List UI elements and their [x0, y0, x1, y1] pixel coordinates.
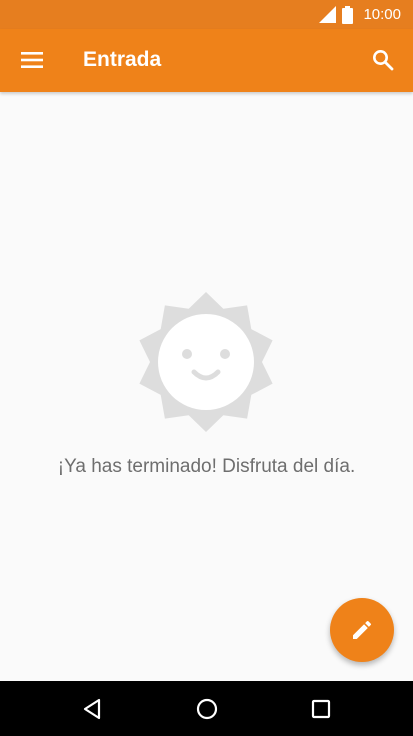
- pencil-icon: [353, 620, 372, 639]
- navigation-bar: [0, 681, 413, 736]
- signal-icon: [319, 6, 337, 23]
- back-icon: [83, 698, 101, 720]
- home-button[interactable]: [187, 689, 227, 729]
- smiling-sun-icon: [139, 292, 273, 432]
- search-button[interactable]: [363, 40, 403, 80]
- status-icons: 10:00: [319, 0, 401, 29]
- battery-icon: [342, 5, 354, 24]
- back-button[interactable]: [72, 689, 112, 729]
- home-icon: [196, 698, 218, 720]
- recents-button[interactable]: [301, 689, 341, 729]
- page-title: Entrada: [83, 48, 162, 71]
- app-bar: Entrada: [0, 29, 413, 92]
- status-time: 10:00: [363, 6, 401, 23]
- empty-state-message: ¡Ya has terminado! Disfruta del día.: [57, 456, 356, 477]
- search-icon: [373, 50, 394, 71]
- compose-button[interactable]: [330, 598, 394, 662]
- status-bar: 10:00: [0, 0, 413, 29]
- menu-button[interactable]: [12, 40, 52, 80]
- recents-icon: [311, 699, 331, 719]
- menu-icon: [21, 52, 43, 68]
